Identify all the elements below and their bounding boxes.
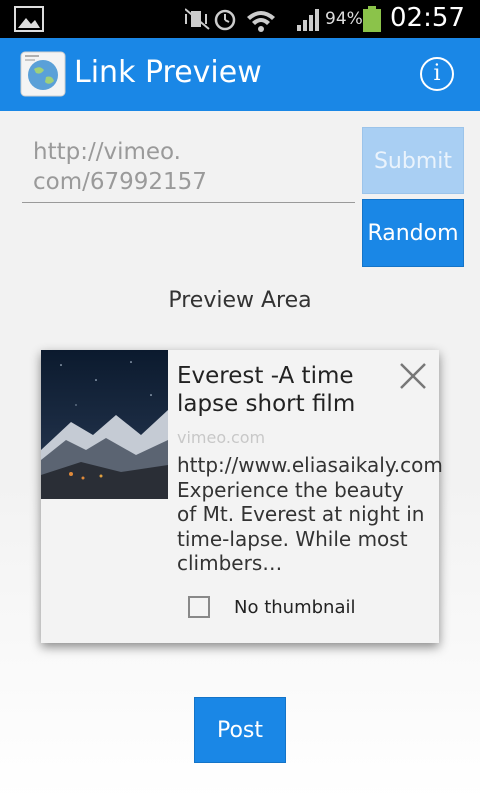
wifi-icon <box>247 11 275 32</box>
app-title: Link Preview <box>74 55 262 90</box>
preview-domain: vimeo.com <box>177 428 266 447</box>
preview-area-label: Preview Area <box>168 288 312 313</box>
close-icon[interactable] <box>399 362 427 390</box>
link-preview-card: Everest -A time lapse short film vimeo.c… <box>41 350 443 643</box>
submit-button[interactable]: Submit <box>362 127 464 194</box>
signal-icon <box>297 9 319 31</box>
battery-icon <box>363 6 381 32</box>
url-input[interactable]: http://vimeo. com/67992157 <box>22 137 355 203</box>
info-icon[interactable]: i <box>420 57 454 91</box>
clock: 02:57 <box>390 3 465 33</box>
no-thumbnail-checkbox[interactable] <box>188 596 210 618</box>
vibrate-icon <box>185 8 210 30</box>
no-thumbnail-label: No thumbnail <box>234 597 356 618</box>
app-globe-icon <box>20 51 66 97</box>
alarm-icon <box>214 9 236 31</box>
status-bar: 94% 02:57 <box>0 0 480 38</box>
thumbnail-image <box>41 350 168 499</box>
preview-title: Everest -A time lapse short film <box>177 363 356 417</box>
battery-percent: 94% <box>325 9 363 29</box>
preview-description: http://www.eliasaikaly.com Experience th… <box>177 453 443 575</box>
action-bar: Link Preview i <box>0 38 480 111</box>
status-icons <box>185 8 319 32</box>
gallery-notification-icon <box>14 6 44 32</box>
post-button[interactable]: Post <box>194 697 286 763</box>
random-button[interactable]: Random <box>362 199 464 267</box>
